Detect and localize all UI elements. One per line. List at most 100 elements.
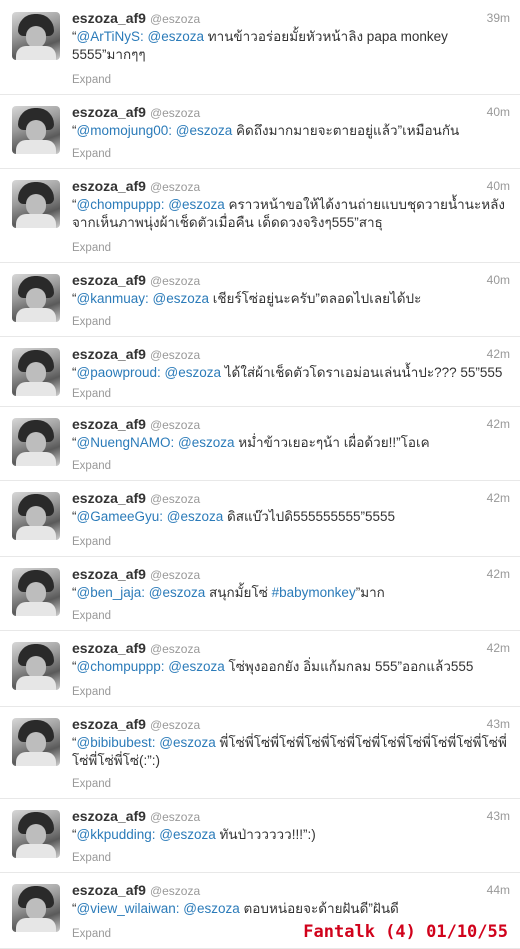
tweet-timestamp[interactable]: 42m xyxy=(487,491,510,505)
mention-link[interactable]: @view_wilaiwan: xyxy=(77,901,180,916)
user-handle[interactable]: @eszoza xyxy=(150,718,200,732)
user-fullname[interactable]: eszoza_af9 xyxy=(72,346,146,362)
tweet-item[interactable]: eszoza_af9 @eszoza 42m “@paowproud: @eszoza… xyxy=(0,336,520,407)
tweet-item[interactable]: eszoza_af9 @eszoza 40m “@momojung00: @eszoz… xyxy=(0,94,520,169)
mention-link[interactable]: @eszoza xyxy=(178,435,234,450)
tweet-text-segment: สนุกมั้ยโซ่ xyxy=(205,585,272,600)
mention-link[interactable]: @eszoza xyxy=(176,123,232,138)
expand-link[interactable]: Expand xyxy=(72,778,111,790)
tweet-item[interactable]: eszoza_af9 @eszoza 43m “@bibibubest: @eszoz… xyxy=(0,706,520,799)
tweet-timestamp[interactable]: 42m xyxy=(487,417,510,431)
mention-link[interactable]: @eszoza xyxy=(159,827,215,842)
tweet-item[interactable]: eszoza_af9 @eszoza 43m “@kkpudding: @eszoza… xyxy=(0,798,520,873)
user-fullname[interactable]: eszoza_af9 xyxy=(72,104,146,120)
user-fullname[interactable]: eszoza_af9 xyxy=(72,178,146,194)
user-handle[interactable]: @eszoza xyxy=(150,884,200,898)
avatar[interactable] xyxy=(12,106,60,154)
mention-link[interactable]: @eszoza xyxy=(149,585,205,600)
avatar[interactable] xyxy=(12,492,60,540)
mention-link[interactable]: @eszoza xyxy=(168,659,224,674)
avatar[interactable] xyxy=(12,718,60,766)
user-handle[interactable]: @eszoza xyxy=(150,642,200,656)
user-fullname[interactable]: eszoza_af9 xyxy=(72,272,146,288)
user-fullname[interactable]: eszoza_af9 xyxy=(72,808,146,824)
mention-link[interactable]: @kkpudding: xyxy=(77,827,156,842)
tweet-item[interactable]: eszoza_af9 @eszoza 42m “@GameeGyu: @eszoza … xyxy=(0,480,520,557)
tweet-item[interactable]: eszoza_af9 @eszoza 42m “@chompuppp: @eszoza… xyxy=(0,630,520,707)
mention-link[interactable]: @GameeGyu: xyxy=(77,509,163,524)
mention-link[interactable]: @eszoza xyxy=(183,901,239,916)
tweet-item[interactable]: eszoza_af9 @eszoza 40m “@chompuppp: @eszoza… xyxy=(0,168,520,263)
user-handle[interactable]: @eszoza xyxy=(150,568,200,582)
user-fullname[interactable]: eszoza_af9 xyxy=(72,10,146,26)
avatar[interactable] xyxy=(12,348,60,396)
tweet-item[interactable]: eszoza_af9 @eszoza 39m “@ArTiNyS: @eszoza ท… xyxy=(0,0,520,95)
expand-link[interactable]: Expand xyxy=(72,148,111,160)
tweet-text-segment: ดิสแบ๊วไปดิ555555555”5555 xyxy=(223,509,396,524)
mention-link[interactable]: @eszoza xyxy=(147,29,203,44)
mention-link[interactable]: @eszoza xyxy=(153,291,209,306)
tweet-item[interactable]: eszoza_af9 @eszoza 42m “@ben_jaja: @eszoza … xyxy=(0,556,520,631)
mention-link[interactable]: @ben_jaja: xyxy=(77,585,146,600)
mention-link[interactable]: @eszoza xyxy=(168,197,224,212)
mention-link[interactable]: @eszoza xyxy=(159,735,215,750)
avatar[interactable] xyxy=(12,884,60,932)
tweet-text: “@momojung00: @eszoza คิดถึงมากมายจะตายอ… xyxy=(72,122,512,140)
tweet-timestamp[interactable]: 40m xyxy=(487,179,510,193)
expand-link[interactable]: Expand xyxy=(72,316,111,328)
tweet-timestamp[interactable]: 42m xyxy=(487,641,510,655)
mention-link[interactable]: @eszoza xyxy=(167,509,223,524)
user-fullname[interactable]: eszoza_af9 xyxy=(72,566,146,582)
user-handle[interactable]: @eszoza xyxy=(150,12,200,26)
expand-link[interactable]: Expand xyxy=(72,242,111,254)
mention-link[interactable]: @kanmuay: xyxy=(77,291,149,306)
mention-link[interactable]: @ArTiNyS: xyxy=(77,29,144,44)
avatar[interactable] xyxy=(12,810,60,858)
user-handle[interactable]: @eszoza xyxy=(150,810,200,824)
tweet-timestamp[interactable]: 44m xyxy=(487,883,510,897)
avatar[interactable] xyxy=(12,568,60,616)
tweet-text-segment: ตอบหน่อยจะด้ายฝันดี”ฝันดี xyxy=(239,901,399,916)
tweet-timestamp[interactable]: 40m xyxy=(487,273,510,287)
avatar[interactable] xyxy=(12,642,60,690)
tweet-timestamp[interactable]: 43m xyxy=(487,809,510,823)
expand-link[interactable]: Expand xyxy=(72,460,111,472)
user-handle[interactable]: @eszoza xyxy=(150,348,200,362)
tweet-timestamp[interactable]: 42m xyxy=(487,347,510,361)
tweet-timestamp[interactable]: 43m xyxy=(487,717,510,731)
avatar[interactable] xyxy=(12,180,60,228)
user-fullname[interactable]: eszoza_af9 xyxy=(72,716,146,732)
mention-link[interactable]: @bibibubest: xyxy=(77,735,156,750)
user-fullname[interactable]: eszoza_af9 xyxy=(72,490,146,506)
tweet-item[interactable]: eszoza_af9 @eszoza 40m “@kanmuay: @eszoza เ… xyxy=(0,262,520,337)
mention-link[interactable]: @NuengNAMO: xyxy=(77,435,175,450)
tweet-item[interactable]: eszoza_af9 @eszoza 42m “@NuengNAMO: @eszoza… xyxy=(0,406,520,481)
expand-link[interactable]: Expand xyxy=(72,610,111,622)
tweet-timestamp[interactable]: 40m xyxy=(487,105,510,119)
mention-link[interactable]: @eszoza xyxy=(165,365,221,380)
hashtag-link[interactable]: #babymonkey xyxy=(272,585,356,600)
expand-link[interactable]: Expand xyxy=(72,74,111,86)
user-handle[interactable]: @eszoza xyxy=(150,274,200,288)
mention-link[interactable]: @chompuppp: xyxy=(77,659,165,674)
tweet-timestamp[interactable]: 42m xyxy=(487,567,510,581)
mention-link[interactable]: @momojung00: xyxy=(77,123,173,138)
tweet-timestamp[interactable]: 39m xyxy=(487,11,510,25)
mention-link[interactable]: @paowproud: xyxy=(77,365,161,380)
avatar[interactable] xyxy=(12,418,60,466)
user-fullname[interactable]: eszoza_af9 xyxy=(72,640,146,656)
user-fullname[interactable]: eszoza_af9 xyxy=(72,416,146,432)
expand-link[interactable]: Expand xyxy=(72,852,111,864)
user-handle[interactable]: @eszoza xyxy=(150,106,200,120)
avatar[interactable] xyxy=(12,274,60,322)
expand-link[interactable]: Expand xyxy=(72,686,111,698)
user-handle[interactable]: @eszoza xyxy=(150,492,200,506)
user-handle[interactable]: @eszoza xyxy=(150,418,200,432)
expand-link[interactable]: Expand xyxy=(72,928,111,940)
avatar[interactable] xyxy=(12,12,60,60)
mention-link[interactable]: @chompuppp: xyxy=(77,197,165,212)
user-handle[interactable]: @eszoza xyxy=(150,180,200,194)
expand-link[interactable]: Expand xyxy=(72,536,111,548)
expand-link[interactable]: Expand xyxy=(72,388,111,400)
user-fullname[interactable]: eszoza_af9 xyxy=(72,882,146,898)
